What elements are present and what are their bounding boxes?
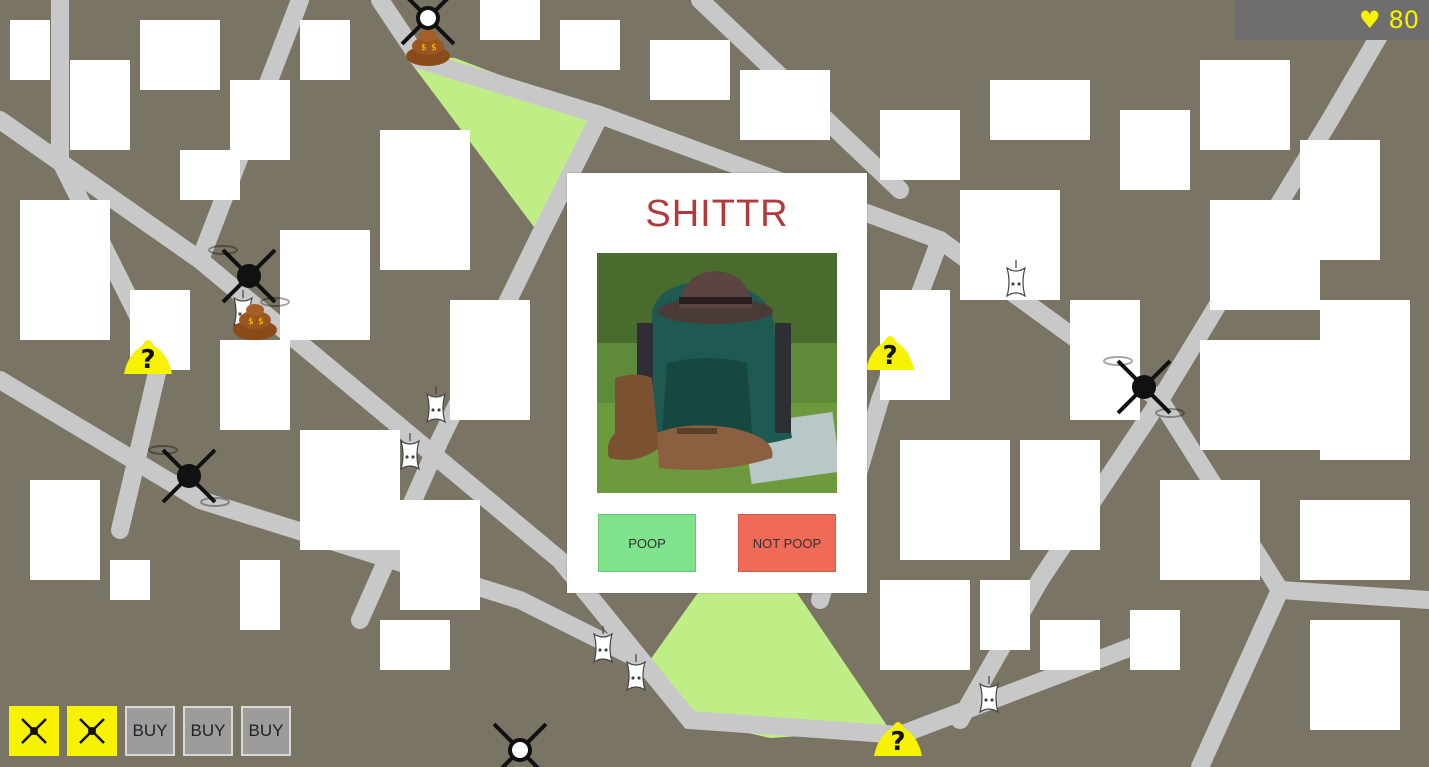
svg-text:$: $ [431,43,437,53]
dialog-title: SHITTR [645,193,789,235]
drone-icon [21,718,47,744]
buy-button[interactable]: BUY [241,706,291,756]
buy-button[interactable]: BUY [125,706,175,756]
svg-text:?: ? [882,341,897,371]
health-value: 80 [1388,6,1419,34]
svg-text:$: $ [258,317,264,327]
buy-button[interactable]: BUY [183,706,233,756]
health-counter: ♥ 80 [1235,0,1429,40]
backpack-hat-boots-photo [597,253,837,493]
heart-icon: ♥ [1358,6,1381,34]
svg-text:$: $ [248,317,254,327]
svg-text:?: ? [890,727,905,757]
drone-slot-1[interactable] [9,706,59,756]
bottom-toolbar: BUY BUY BUY [9,706,291,756]
svg-text:$: $ [421,43,427,53]
poop-button[interactable]: POOP [598,514,696,572]
drone-slot-2[interactable] [67,706,117,756]
drone-icon [79,718,105,744]
svg-text:?: ? [140,345,155,375]
shittr-dialog: SHITTR POOP NOT POOP [567,173,867,593]
not-poop-button[interactable]: NOT POOP [738,514,836,572]
